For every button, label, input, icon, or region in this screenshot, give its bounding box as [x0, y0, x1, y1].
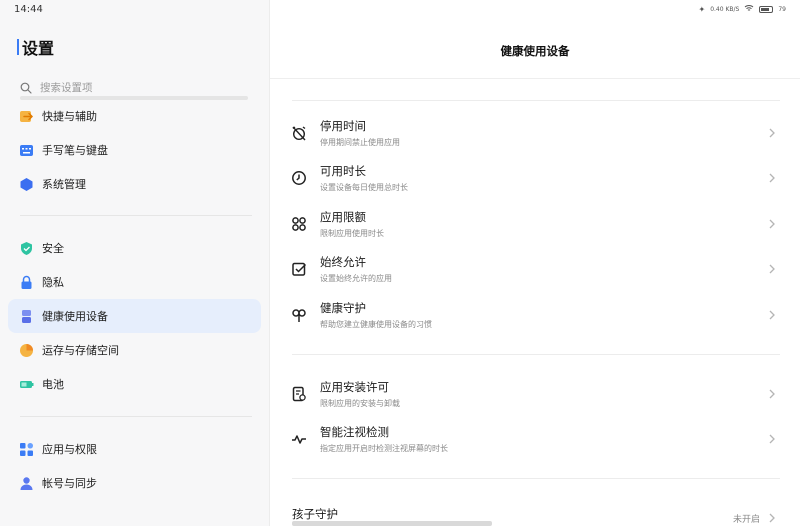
main-panel: ✦ 0.40 KB/S 79 健康使用设备 停用时间 停用期间禁止使用应用 可用… — [270, 0, 800, 526]
sidebar: 14:44 设置 快捷与辅助 手写笔与键盘 系统管理 安全 — [0, 0, 270, 526]
battery-icon — [18, 376, 34, 392]
battery-level: 79 — [778, 5, 786, 13]
pie-icon — [18, 342, 34, 358]
group-divider — [292, 478, 780, 479]
row-title: 应用安装许可 — [320, 380, 389, 394]
settings-title: 设置 — [17, 35, 54, 59]
sidebar-divider — [20, 416, 252, 417]
shield-icon — [18, 240, 34, 256]
row-subtitle: 指定应用开启时检测注视屏幕的时长 — [320, 444, 448, 453]
row-app-limits[interactable]: 应用限额 限制应用使用时长 — [290, 202, 780, 246]
chevron-right-icon — [764, 261, 780, 277]
lock-icon — [18, 274, 34, 290]
nfc-icon: ✦ — [698, 4, 706, 14]
sidebar-item-label: 安全 — [42, 242, 64, 255]
sidebar-item-label: 帐号与同步 — [42, 477, 97, 490]
scroll-indicator — [292, 521, 492, 526]
sidebar-item-label: 健康使用设备 — [42, 310, 108, 323]
row-always-allowed[interactable]: 始终允许 设置始终允许的应用 — [290, 247, 780, 291]
chevron-right-icon — [764, 307, 780, 323]
user-icon — [18, 475, 34, 491]
row-subtitle: 停用期间禁止使用应用 — [320, 138, 400, 147]
sidebar-item-account[interactable]: 帐号与同步 — [8, 466, 261, 500]
group-divider — [292, 354, 780, 355]
chevron-right-icon — [764, 216, 780, 232]
apps-icon — [18, 441, 34, 457]
row-subtitle: 限制应用使用时长 — [320, 229, 384, 238]
page-title: 健康使用设备 — [500, 44, 570, 58]
sidebar-item-shortcuts[interactable]: 快捷与辅助 — [8, 99, 261, 133]
keyboard-icon — [18, 142, 34, 158]
search-bar[interactable] — [20, 78, 248, 98]
row-subtitle: 设置始终允许的应用 — [320, 274, 392, 283]
sidebar-item-privacy[interactable]: 隐私 — [8, 265, 261, 299]
clock-icon — [290, 169, 308, 187]
header-divider — [270, 78, 800, 79]
row-install-permission[interactable]: 应用安装许可 限制应用的安装与卸载 — [290, 372, 780, 416]
sidebar-item-label: 运存与存储空间 — [42, 344, 119, 357]
row-title: 应用限额 — [320, 210, 366, 224]
row-subtitle: 帮助您建立健康使用设备的习惯 — [320, 320, 432, 329]
alarm-off-icon — [290, 124, 308, 142]
chevron-right-icon — [764, 431, 780, 447]
sidebar-item-label: 快捷与辅助 — [42, 110, 97, 123]
status-icons: ✦ 0.40 KB/S 79 — [699, 4, 787, 14]
sidebar-item-security[interactable]: 安全 — [8, 231, 261, 265]
settings-title-text: 设置 — [22, 39, 55, 58]
row-title: 始终允许 — [320, 255, 366, 269]
row-gaze-detection[interactable]: 智能注视检测 指定应用开启时检测注视屏幕的时长 — [290, 417, 780, 461]
wifi-icon — [744, 4, 754, 14]
sidebar-item-label: 电池 — [42, 378, 64, 391]
sidebar-item-stylus-keyboard[interactable]: 手写笔与键盘 — [8, 133, 261, 167]
sidebar-item-label: 隐私 — [42, 276, 64, 289]
sprout-icon — [290, 306, 308, 324]
sidebar-item-label: 应用与权限 — [42, 443, 97, 456]
status-time: 14:44 — [14, 4, 43, 15]
sidebar-item-battery[interactable]: 电池 — [8, 367, 261, 401]
title-accent-bar — [17, 39, 19, 55]
row-screen-time[interactable]: 可用时长 设置设备每日使用总时长 — [290, 156, 780, 200]
sidebar-item-label: 系统管理 — [42, 178, 86, 191]
kids-guard-status: 未开启 — [732, 515, 760, 525]
sidebar-item-apps[interactable]: 应用与权限 — [8, 432, 261, 466]
row-downtime[interactable]: 停用时间 停用期间禁止使用应用 — [290, 111, 780, 155]
row-health-guard[interactable]: 健康守护 帮助您建立健康使用设备的习惯 — [290, 293, 780, 337]
sidebar-item-label: 手写笔与键盘 — [42, 144, 108, 157]
sidebar-divider — [20, 215, 252, 216]
arrow-right-icon — [18, 108, 34, 124]
row-title: 可用时长 — [320, 164, 366, 178]
install-permit-icon — [290, 385, 308, 403]
chevron-right-icon — [764, 386, 780, 402]
search-icon — [20, 79, 32, 98]
row-subtitle: 限制应用的安装与卸载 — [320, 399, 400, 408]
row-title: 停用时间 — [320, 119, 366, 133]
chevron-right-icon — [764, 125, 780, 141]
search-input[interactable] — [40, 82, 220, 94]
chevron-right-icon — [764, 170, 780, 186]
row-title: 孩子守护 — [292, 507, 338, 521]
sidebar-item-healthy-usage[interactable]: 健康使用设备 — [8, 299, 261, 333]
app-limit-icon — [290, 215, 308, 233]
row-subtitle: 设置设备每日使用总时长 — [320, 183, 408, 192]
row-title: 健康守护 — [320, 301, 366, 315]
battery-status-icon — [759, 5, 774, 13]
checkbox-icon — [290, 260, 308, 278]
hourglass-icon — [18, 308, 34, 324]
sidebar-item-system[interactable]: 系统管理 — [8, 167, 261, 201]
chevron-right-icon — [764, 510, 780, 526]
net-speed: 0.40 KB/S — [710, 5, 740, 13]
hexagon-icon — [18, 176, 34, 192]
sidebar-item-storage[interactable]: 运存与存储空间 — [8, 333, 261, 367]
group-divider — [292, 100, 780, 101]
pulse-icon — [290, 430, 308, 448]
row-title: 智能注视检测 — [320, 425, 389, 439]
